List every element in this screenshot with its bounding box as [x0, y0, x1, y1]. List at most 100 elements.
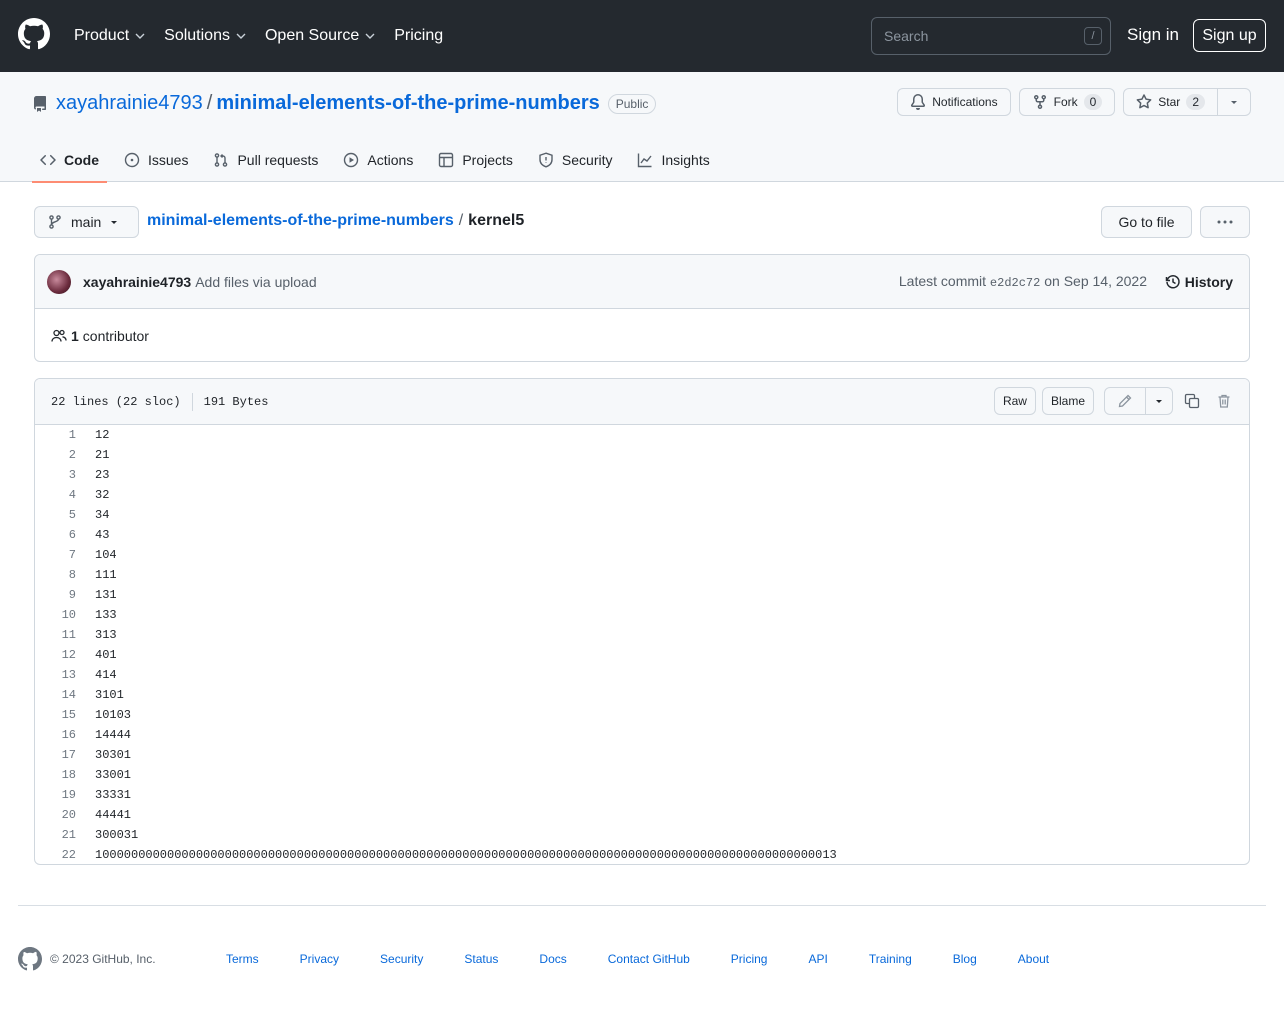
latest-commit-row: xayahrainie4793 Add files via upload Lat… — [35, 255, 1249, 309]
fork-label: Fork — [1053, 95, 1078, 109]
line-number[interactable]: 2 — [35, 448, 76, 462]
tab-issues[interactable]: Issues — [116, 138, 196, 182]
footer-link-contact-github[interactable]: Contact GitHub — [608, 952, 690, 966]
line-number[interactable]: 19 — [35, 788, 76, 802]
more-options-button[interactable] — [1200, 206, 1250, 238]
tab-actions[interactable]: Actions — [335, 138, 421, 182]
line-content: 300031 — [95, 828, 139, 842]
line-number[interactable]: 15 — [35, 708, 76, 722]
line-number[interactable]: 6 — [35, 528, 76, 542]
star-count: 2 — [1186, 94, 1205, 110]
fork-button[interactable]: Fork 0 — [1018, 88, 1116, 116]
code-line: 3 23 — [35, 465, 1249, 485]
line-number[interactable]: 16 — [35, 728, 76, 742]
line-number[interactable]: 3 — [35, 468, 76, 482]
code-line: 15 10103 — [35, 705, 1249, 725]
pencil-icon — [1118, 394, 1132, 408]
line-content: 401 — [95, 648, 117, 662]
line-content: 21 — [95, 448, 110, 462]
contributors-row[interactable]: 1 contributor — [35, 309, 1249, 362]
line-number[interactable]: 8 — [35, 568, 76, 582]
edit-options-dropdown[interactable] — [1146, 388, 1172, 414]
tab-pull-requests[interactable]: Pull requests — [205, 138, 326, 182]
tab-issues-label: Issues — [148, 152, 189, 168]
line-number[interactable]: 5 — [35, 508, 76, 522]
footer-link-security[interactable]: Security — [380, 952, 423, 966]
repo-header: xayahrainie4793 / minimal-elements-of-th… — [0, 72, 1284, 183]
line-number[interactable]: 7 — [35, 548, 76, 562]
line-number[interactable]: 18 — [35, 768, 76, 782]
breadcrumb-repo-link[interactable]: minimal-elements-of-the-prime-numbers — [147, 212, 454, 230]
star-list-dropdown[interactable] — [1218, 89, 1250, 115]
nav-solutions[interactable]: Solutions — [164, 27, 247, 45]
chevron-down-icon — [135, 33, 145, 39]
line-number[interactable]: 12 — [35, 648, 76, 662]
avatar[interactable] — [47, 269, 71, 294]
graph-icon — [638, 153, 653, 168]
edit-file-button[interactable] — [1105, 388, 1146, 414]
shield-icon — [539, 152, 553, 168]
line-number[interactable]: 10 — [35, 608, 76, 622]
sign-up-button[interactable]: Sign up — [1193, 19, 1266, 52]
search-input[interactable] — [884, 28, 1074, 44]
nav-open-source[interactable]: Open Source — [265, 27, 376, 45]
line-number[interactable]: 4 — [35, 488, 76, 502]
commit-message-link[interactable]: Add files via upload — [195, 274, 316, 290]
code-line: 22 10000000000000000000000000000000000000… — [35, 845, 1249, 864]
raw-button[interactable]: Raw — [993, 387, 1036, 415]
notifications-button[interactable]: Notifications — [897, 88, 1011, 116]
go-to-file-button[interactable]: Go to file — [1101, 206, 1192, 238]
footer-link-about[interactable]: About — [1018, 952, 1049, 966]
branch-select-button[interactable]: main — [34, 206, 139, 238]
footer-link-status[interactable]: Status — [464, 952, 498, 966]
code-line: 11 313 — [35, 625, 1249, 645]
history-icon — [1165, 274, 1180, 288]
code-body: 1 12 2 21 3 23 4 32 5 34 6 43 7 104 8 111 9 131 10 133 11 313… — [35, 425, 1249, 864]
line-number[interactable]: 11 — [35, 628, 76, 642]
github-logo-icon[interactable] — [18, 18, 50, 50]
search-box[interactable]: / — [871, 17, 1111, 55]
footer-link-docs[interactable]: Docs — [539, 952, 566, 966]
footer-link-privacy[interactable]: Privacy — [300, 952, 339, 966]
line-content: 33001 — [95, 768, 132, 782]
copy-raw-button[interactable] — [1179, 387, 1205, 415]
line-number[interactable]: 21 — [35, 828, 76, 842]
repo-owner-link[interactable]: xayahrainie4793 — [56, 92, 203, 115]
footer-link-pricing[interactable]: Pricing — [731, 952, 768, 966]
star-button[interactable]: Star 2 — [1124, 89, 1218, 115]
trash-icon — [1218, 394, 1230, 408]
tab-projects[interactable]: Projects — [430, 138, 521, 182]
nav-pricing[interactable]: Pricing — [394, 27, 443, 45]
commit-sha-link[interactable]: e2d2c72 — [990, 276, 1040, 290]
line-number[interactable]: 22 — [35, 848, 76, 862]
copyright-text: © 2023 GitHub, Inc. — [50, 952, 156, 966]
history-link[interactable]: History — [1165, 274, 1233, 290]
tab-security[interactable]: Security — [530, 138, 621, 182]
line-number[interactable]: 17 — [35, 748, 76, 762]
tab-insights[interactable]: Insights — [629, 138, 717, 182]
footer-link-api[interactable]: API — [808, 952, 827, 966]
commit-author-link[interactable]: xayahrainie4793 — [83, 274, 191, 290]
blame-button[interactable]: Blame — [1041, 387, 1094, 415]
footer-link-training[interactable]: Training — [869, 952, 912, 966]
delete-file-button[interactable] — [1211, 387, 1237, 415]
line-number[interactable]: 1 — [35, 428, 76, 442]
line-content: 44441 — [95, 808, 132, 822]
line-number[interactable]: 13 — [35, 668, 76, 682]
line-content: 133 — [95, 608, 117, 622]
footer-link-blog[interactable]: Blog — [953, 952, 977, 966]
line-number[interactable]: 9 — [35, 588, 76, 602]
file-viewer: 22 lines (22 sloc) 191 Bytes Raw Blame 1… — [34, 378, 1250, 865]
repo-name-link[interactable]: minimal-elements-of-the-prime-numbers — [216, 92, 599, 115]
nav-product[interactable]: Product — [74, 27, 146, 45]
footer-link-terms[interactable]: Terms — [226, 952, 259, 966]
edit-button-group — [1104, 387, 1173, 415]
line-number[interactable]: 20 — [35, 808, 76, 822]
line-content: 111 — [95, 568, 117, 582]
github-logo-icon[interactable] — [18, 947, 42, 971]
tab-code[interactable]: Code — [32, 138, 107, 183]
nav-product-label: Product — [74, 27, 130, 44]
line-number[interactable]: 14 — [35, 688, 76, 702]
line-content: 43 — [95, 528, 110, 542]
sign-in-link[interactable]: Sign in — [1127, 25, 1179, 45]
